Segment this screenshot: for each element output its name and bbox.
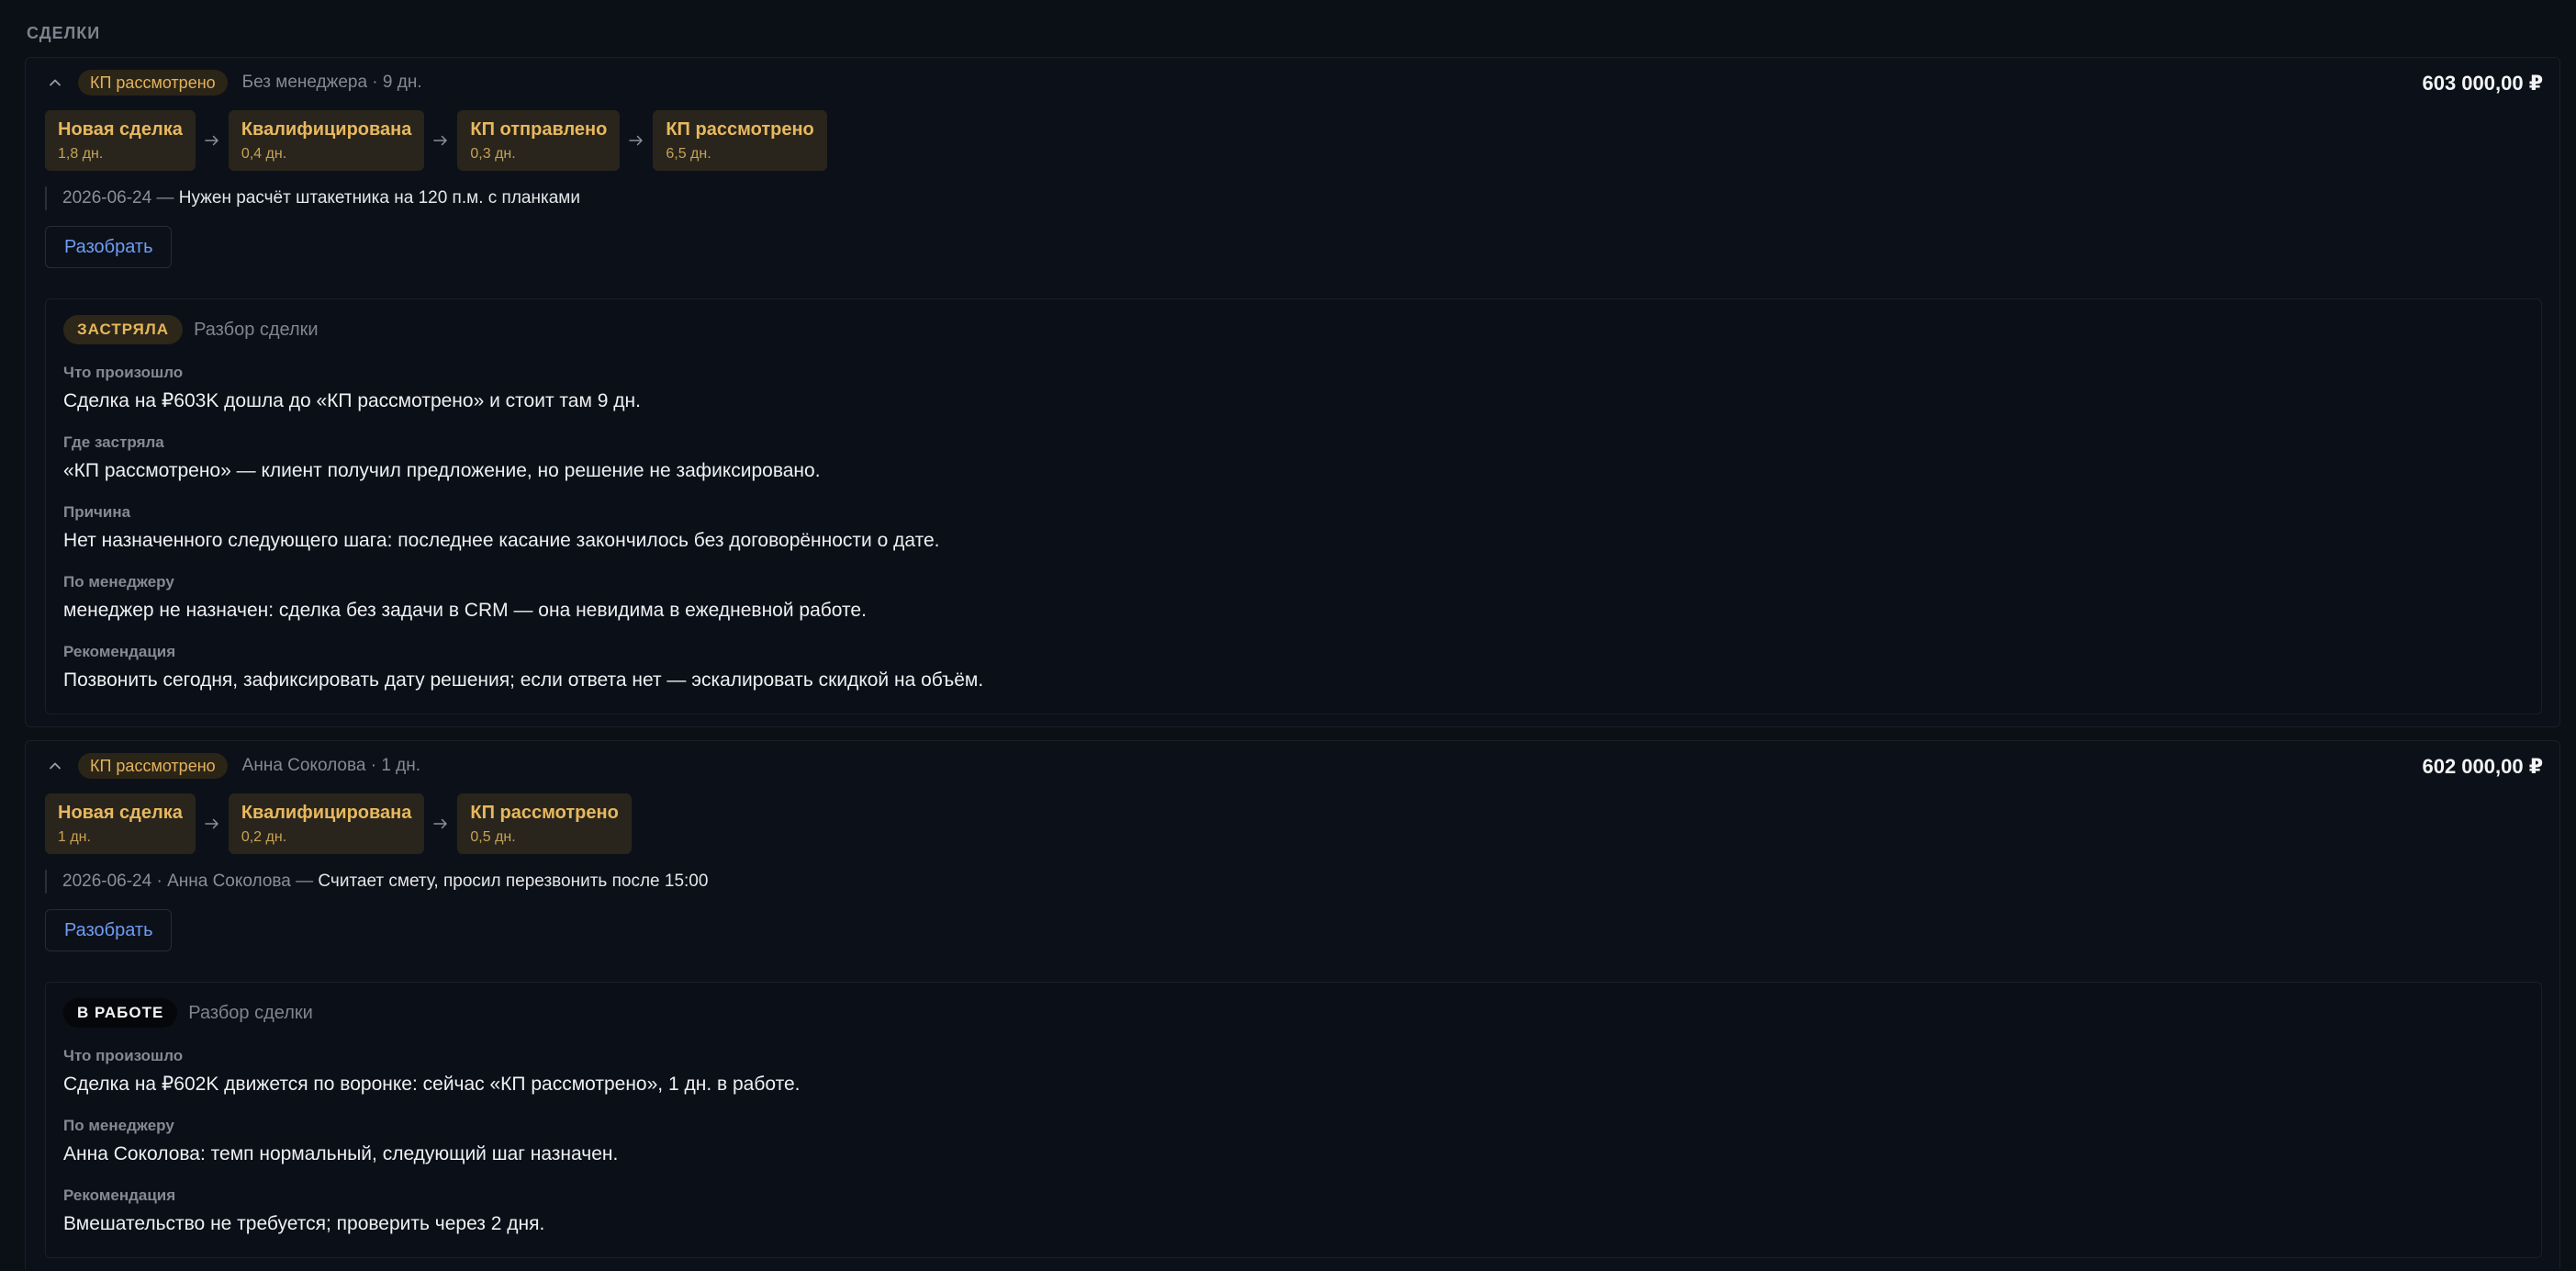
- chevron-up-icon[interactable]: [45, 756, 65, 776]
- note-date: 2026-06-24 · Анна Соколова —: [62, 872, 319, 891]
- stage-duration: 0,3 дн.: [470, 146, 516, 162]
- stage-name: КП отправлено: [470, 119, 608, 140]
- analysis-field: Что произошло Сделка на ₽603K дошла до «…: [63, 363, 641, 414]
- note-date: 2026-06-24 —: [62, 188, 179, 208]
- pipeline-stage: КП рассмотрено 6,5 дн.: [653, 110, 827, 171]
- stage-duration: 1 дн.: [58, 829, 91, 845]
- pipeline-stage: Новая сделка 1,8 дн.: [45, 110, 196, 171]
- stage-name: КП рассмотрено: [666, 119, 814, 140]
- arrow-right-icon: [196, 818, 229, 829]
- deal-header: КП рассмотрено Без менеджера · 9 дн.: [45, 70, 422, 96]
- analysis-title: Разбор сделки: [188, 1002, 313, 1023]
- current-stage-badge: КП рассмотрено: [78, 753, 228, 779]
- last-note: 2026-06-24 · Анна Соколова — Считает сме…: [45, 870, 708, 894]
- field-label: Где застряла: [63, 433, 164, 451]
- note-text: Считает смету, просил перезвонить после …: [318, 872, 709, 891]
- arrow-right-icon: [196, 135, 229, 146]
- pipeline-stage: КП отправлено 0,3 дн.: [457, 110, 621, 171]
- stage-name: Новая сделка: [58, 119, 183, 140]
- deal-amount: 603 000,00 ₽: [2422, 72, 2543, 95]
- analyze-button[interactable]: Разобрать: [45, 226, 173, 268]
- analysis-field: Что произошло Сделка на ₽602K движется п…: [63, 1046, 800, 1097]
- chevron-up-icon[interactable]: [45, 73, 65, 93]
- analysis-header: ЗАСТРЯЛА Разбор сделки: [63, 315, 319, 344]
- pipeline-stage: Квалифицирована 0,4 дн.: [228, 110, 425, 171]
- field-value: «КП рассмотрено» — клиент получил предло…: [63, 460, 821, 481]
- field-label: Рекомендация: [63, 1187, 176, 1204]
- last-note: 2026-06-24 — Нужен расчёт штакетника на …: [45, 186, 580, 210]
- status-badge: ЗАСТРЯЛА: [63, 315, 184, 344]
- stage-name: Квалифицирована: [241, 119, 412, 140]
- field-label: По менеджеру: [63, 1117, 174, 1134]
- pipeline-stage: Квалифицирована 0,2 дн.: [228, 793, 425, 854]
- deal-amount: 602 000,00 ₽: [2422, 755, 2543, 778]
- note-text: Нужен расчёт штакетника на 120 п.м. с пл…: [178, 188, 580, 208]
- field-label: Что произошло: [63, 1047, 184, 1064]
- field-value: Позвонить сегодня, зафиксировать дату ре…: [63, 669, 984, 691]
- stage-duration: 6,5 дн.: [666, 146, 711, 162]
- arrow-right-icon: [424, 818, 457, 829]
- stage-duration: 0,2 дн.: [241, 829, 287, 845]
- stage-duration: 0,4 дн.: [241, 146, 287, 162]
- deals-section-title: СДЕЛКИ: [27, 24, 101, 42]
- analysis-field: Рекомендация Позвонить сегодня, зафиксир…: [63, 642, 983, 693]
- stage-duration: 0,5 дн.: [470, 829, 516, 845]
- analyze-button[interactable]: Разобрать: [45, 909, 173, 951]
- field-value: менеджер не назначен: сделка без задачи …: [63, 600, 867, 621]
- stage-name: КП рассмотрено: [470, 803, 619, 823]
- stage-duration: 1,8 дн.: [58, 146, 104, 162]
- field-value: Нет назначенного следующего шага: послед…: [63, 530, 940, 551]
- field-value: Анна Соколова: темп нормальный, следующи…: [63, 1143, 619, 1164]
- analysis-title: Разбор сделки: [194, 319, 319, 340]
- deal-meta: Анна Соколова · 1 дн.: [241, 756, 421, 775]
- arrow-right-icon: [620, 135, 653, 146]
- stage-pipeline: Новая сделка 1 дн. Квалифицирована 0,2 д…: [45, 793, 632, 854]
- stage-name: Новая сделка: [58, 803, 183, 823]
- analysis-field: Рекомендация Вмешательство не требуется;…: [63, 1186, 544, 1237]
- analysis-field: Где застряла «КП рассмотрено» — клиент п…: [63, 433, 821, 484]
- field-label: Что произошло: [63, 364, 184, 381]
- field-value: Вмешательство не требуется; проверить че…: [63, 1213, 545, 1234]
- field-label: Рекомендация: [63, 643, 176, 660]
- analysis-field: По менеджеру Анна Соколова: темп нормаль…: [63, 1116, 618, 1167]
- deal-card: КП рассмотрено Без менеджера · 9 дн. 603…: [25, 57, 2560, 727]
- deal-header: КП рассмотрено Анна Соколова · 1 дн.: [45, 753, 420, 779]
- deal-card: КП рассмотрено Анна Соколова · 1 дн. 602…: [25, 740, 2560, 1269]
- analysis-header: В РАБОТЕ Разбор сделки: [63, 998, 313, 1028]
- field-label: Причина: [63, 503, 131, 521]
- analysis-field: Причина Нет назначенного следующего шага…: [63, 502, 940, 554]
- field-label: По менеджеру: [63, 573, 174, 591]
- pipeline-stage: КП рассмотрено 0,5 дн.: [457, 793, 632, 854]
- deal-meta: Без менеджера · 9 дн.: [241, 73, 422, 92]
- current-stage-badge: КП рассмотрено: [78, 70, 228, 96]
- deal-analysis-panel: ЗАСТРЯЛА Разбор сделки Что произошло Сде…: [45, 298, 2542, 714]
- arrow-right-icon: [424, 135, 457, 146]
- deal-analysis-panel: В РАБОТЕ Разбор сделки Что произошло Сде…: [45, 982, 2542, 1258]
- stage-name: Квалифицирована: [241, 803, 412, 823]
- stage-pipeline: Новая сделка 1,8 дн. Квалифицирована 0,4…: [45, 110, 827, 171]
- field-value: Сделка на ₽603K дошла до «КП рассмотрено…: [63, 390, 641, 411]
- status-badge: В РАБОТЕ: [63, 998, 178, 1028]
- field-value: Сделка на ₽602K движется по воронке: сей…: [63, 1074, 801, 1095]
- pipeline-stage: Новая сделка 1 дн.: [45, 793, 196, 854]
- analysis-field: По менеджеру менеджер не назначен: сделк…: [63, 572, 867, 624]
